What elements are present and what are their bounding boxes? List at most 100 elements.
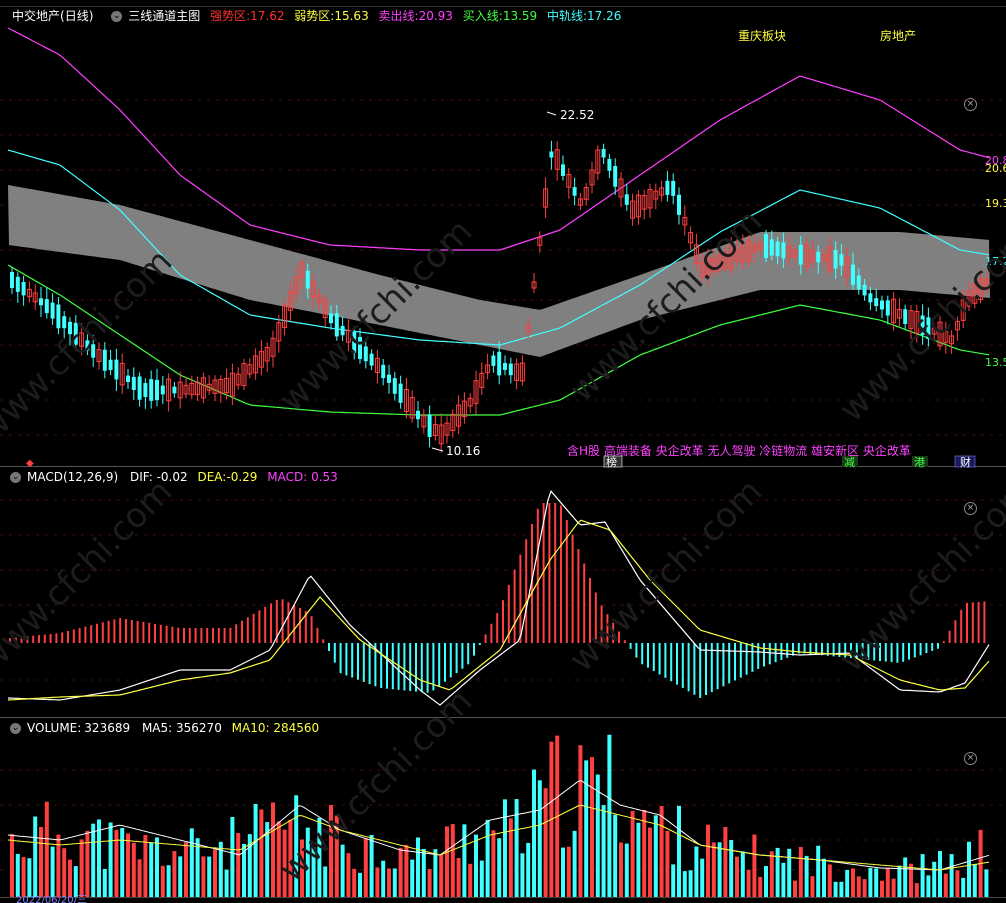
candle-body <box>369 353 374 366</box>
date-label: 2022/06/20/三 <box>16 895 87 903</box>
volume-bar <box>108 822 113 897</box>
volume-bar <box>781 862 786 897</box>
volume-bar <box>711 842 716 897</box>
candle-body <box>91 344 96 358</box>
volume-bar <box>740 851 745 897</box>
candle-body <box>839 254 844 266</box>
candle-body <box>39 298 43 306</box>
volume-bar <box>630 810 635 897</box>
candle-body <box>920 315 925 336</box>
volume-bar <box>856 876 861 897</box>
volume-bar <box>798 846 803 897</box>
candle-body <box>160 385 165 395</box>
volume-bar <box>932 861 937 897</box>
volume-bar <box>561 847 565 897</box>
volume-bar <box>300 839 304 897</box>
volume-bar <box>503 799 507 897</box>
candle-body <box>508 363 513 376</box>
candle-body <box>44 299 49 314</box>
volume-bar <box>288 819 293 897</box>
volume-bar <box>497 838 502 897</box>
volume-bar <box>566 846 571 897</box>
volume-bar <box>972 863 977 897</box>
candle-body <box>862 284 867 296</box>
candle-body <box>392 378 397 394</box>
volume-bar <box>677 805 681 897</box>
topic-chongqing[interactable]: 重庆板块 <box>738 29 786 43</box>
volume-bar <box>729 839 734 897</box>
volume-bar <box>143 835 148 897</box>
candle-body <box>149 379 154 401</box>
candle-body <box>68 321 72 335</box>
volume-bar <box>648 827 652 897</box>
candle-body <box>613 166 618 187</box>
volume-bar <box>398 847 403 897</box>
volume-bar <box>392 868 397 897</box>
tag-finance[interactable]: 财 <box>960 455 971 469</box>
volume-bar <box>746 869 751 897</box>
price-label-mid: 17.2 <box>985 255 1006 268</box>
volume-bar <box>137 859 142 897</box>
volume-bar <box>810 876 815 897</box>
volume-bar <box>723 827 728 897</box>
volume-bar <box>665 830 670 897</box>
candle-body <box>85 340 90 351</box>
volume-bar <box>671 864 676 897</box>
event-marker: ◆ <box>26 458 34 469</box>
volume-bar <box>62 848 67 897</box>
volume-bar <box>752 834 757 897</box>
tag-list[interactable]: 榜 <box>606 455 617 469</box>
candle-body <box>427 414 432 437</box>
candle-body <box>491 355 496 366</box>
volume-bar <box>653 815 658 897</box>
candle-body <box>764 234 768 258</box>
volume-bar <box>682 871 687 897</box>
volume-bar <box>340 844 345 897</box>
price-label-b: 19.3 <box>985 197 1006 210</box>
volume-bar <box>149 842 154 897</box>
volume-bar <box>619 842 623 897</box>
macd-panel <box>7 490 990 706</box>
candle-body <box>108 359 113 371</box>
candle-body <box>816 251 821 263</box>
volume-bar <box>456 858 461 897</box>
volume-bar <box>601 805 606 897</box>
candle-body <box>624 194 629 205</box>
volume-bar <box>259 809 264 897</box>
volume-bar <box>416 837 420 897</box>
volume-bar <box>793 880 797 897</box>
volume-bar <box>764 866 768 897</box>
volume-bar <box>317 817 322 897</box>
volume-bar <box>526 842 531 897</box>
volume-bar <box>897 865 902 897</box>
candle-body <box>363 346 368 362</box>
volume-bar <box>537 780 542 897</box>
candle-body <box>775 241 780 257</box>
volume-bar <box>131 842 136 897</box>
volume-bar <box>201 856 206 897</box>
chart-canvas[interactable]: 22.52 10.16 重庆板块 房地产 含H股 高端装备 央企改革 无人驾驶 … <box>0 0 1006 903</box>
volume-bar <box>294 795 299 897</box>
volume-bar <box>827 864 832 897</box>
volume-bar <box>102 868 107 897</box>
candle-body <box>497 351 502 376</box>
volume-bar <box>213 849 217 897</box>
tag-reduce[interactable]: 减 <box>844 456 855 469</box>
price-label-buy: 13.5 <box>985 356 1006 369</box>
volume-bar <box>595 774 600 897</box>
volume-bar <box>404 844 409 897</box>
volume-bar <box>352 868 357 897</box>
candle-body <box>561 164 565 176</box>
candle-body <box>126 375 130 383</box>
topic-real-estate[interactable]: 房地产 <box>880 28 916 43</box>
candle-body <box>329 313 333 324</box>
candle-body <box>352 331 357 353</box>
candle-body <box>381 364 386 379</box>
volume-bar <box>166 865 171 897</box>
volume-bar <box>126 833 130 897</box>
tag-hk[interactable]: 港 <box>914 456 925 469</box>
candle-body <box>856 275 861 290</box>
candle-body <box>340 325 345 336</box>
volume-bar <box>926 875 931 897</box>
volume-bar <box>874 868 879 897</box>
